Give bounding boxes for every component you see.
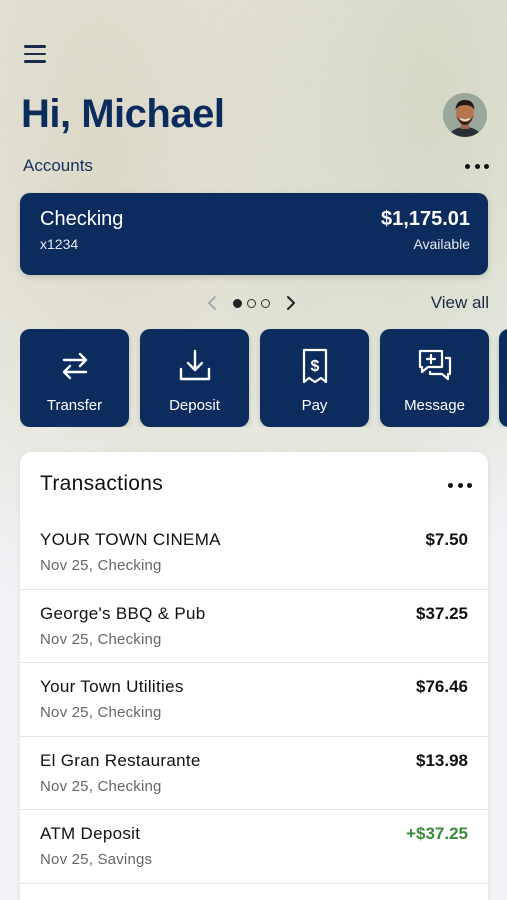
- message-chat-icon: [418, 349, 451, 381]
- pager-next-button[interactable]: [282, 294, 300, 312]
- transaction-row[interactable]: ATM Deposit Nov 25, Savings +$37.25: [20, 810, 488, 884]
- transaction-meta: Nov 25, Checking: [40, 704, 162, 721]
- hamburger-menu-icon: [24, 45, 46, 48]
- more-actions-button[interactable]: [499, 329, 507, 427]
- avatar[interactable]: [443, 93, 487, 137]
- transaction-meta: Nov 25, Savings: [40, 851, 153, 868]
- pager-dots: [233, 298, 270, 308]
- transaction-meta: Nov 25, Checking: [40, 777, 162, 795]
- account-name: Checking: [40, 208, 124, 230]
- bill-dollar-icon: $: [302, 348, 327, 384]
- transaction-name: El Gran Restaurante: [40, 750, 201, 770]
- pager-dot[interactable]: [233, 298, 242, 308]
- more-horizontal-icon: [448, 482, 453, 488]
- transactions-more-button[interactable]: [448, 478, 472, 492]
- svg-text:$: $: [310, 358, 319, 375]
- transaction-row[interactable]: Your Town Utilities Nov 25, Checking $76…: [20, 663, 488, 737]
- pager-dot[interactable]: [247, 298, 256, 308]
- account-number: x1234: [40, 236, 79, 252]
- accounts-more-button[interactable]: [465, 159, 489, 173]
- account-card-checking[interactable]: Checking x1234 $1,175.01 Available: [20, 193, 488, 275]
- action-label: Pay: [301, 397, 328, 414]
- transaction-row[interactable]: George's BBQ & Pub Nov 25, Checking $37.…: [20, 590, 488, 663]
- action-label: Deposit: [169, 397, 220, 414]
- transaction-name: YOUR TOWN CINEMA: [40, 530, 221, 549]
- pay-button[interactable]: $ Pay: [260, 329, 369, 427]
- transfer-button[interactable]: Transfer: [20, 329, 129, 427]
- account-pager: [203, 294, 300, 312]
- accounts-label: Accounts: [23, 156, 93, 175]
- transaction-name: Your Town Utilities: [40, 677, 184, 696]
- greeting-title: Hi, Michael: [21, 92, 225, 136]
- transaction-name: George's BBQ & Pub: [40, 603, 206, 623]
- transaction-meta: Nov 25, Checking: [40, 557, 162, 574]
- transactions-card: Transactions YOUR TOWN CINEMA Nov 25, Ch…: [20, 452, 488, 900]
- transaction-row[interactable]: El Gran Restaurante Nov 25, Checking $13…: [20, 737, 488, 810]
- chevron-left-icon: [208, 296, 216, 310]
- view-all-link[interactable]: View all: [431, 293, 489, 313]
- transaction-amount: $7.50: [425, 530, 468, 549]
- message-button[interactable]: Message: [380, 329, 489, 427]
- user-avatar-icon: [443, 93, 487, 137]
- quick-actions: Transfer Deposit $ Pay Message: [20, 329, 507, 427]
- transaction-meta: Nov 25, Checking: [40, 630, 162, 648]
- more-horizontal-icon: [465, 163, 470, 169]
- transaction-name: ATM Deposit: [40, 824, 141, 843]
- deposit-button[interactable]: Deposit: [140, 329, 249, 427]
- transaction-row[interactable]: YOUR TOWN CINEMA Nov 25, Checking $7.50: [20, 516, 488, 590]
- action-label: Message: [404, 397, 465, 414]
- account-balance: $1,175.01: [381, 208, 470, 230]
- deposit-download-icon: [179, 349, 210, 381]
- transfer-arrows-icon: [62, 352, 87, 380]
- pager-dot[interactable]: [261, 298, 270, 308]
- chevron-right-icon: [287, 296, 295, 310]
- pager-prev-button[interactable]: [203, 294, 221, 312]
- account-balance-label: Available: [413, 236, 470, 252]
- transactions-list: YOUR TOWN CINEMA Nov 25, Checking $7.50 …: [20, 516, 488, 884]
- transaction-amount: $13.98: [416, 750, 468, 770]
- menu-button[interactable]: [24, 44, 46, 64]
- transaction-amount: +$37.25: [406, 824, 468, 843]
- transactions-title: Transactions: [40, 472, 164, 495]
- transaction-amount: $76.46: [416, 677, 468, 696]
- transaction-amount: $37.25: [416, 603, 468, 623]
- action-label: Transfer: [46, 397, 103, 414]
